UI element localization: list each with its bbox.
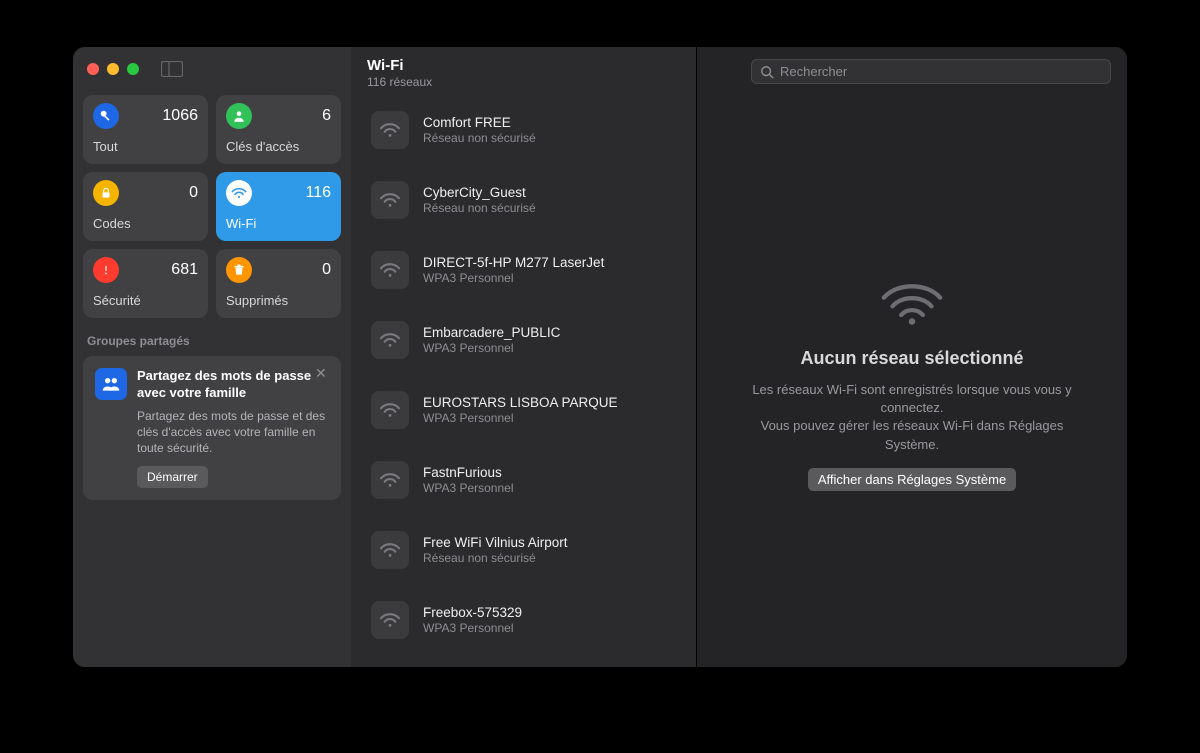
zoom-window-button[interactable] [127, 63, 139, 75]
network-name: CyberCity_Guest [423, 185, 680, 200]
wifi-icon [371, 321, 409, 359]
network-security: Réseau non sécurisé [423, 131, 680, 145]
network-item[interactable]: EUROSTARS LISBOA PARQUEWPA3 Personnel [351, 383, 696, 437]
network-security: WPA3 Personnel [423, 271, 680, 285]
empty-title: Aucun réseau sélectionné [800, 348, 1023, 369]
network-security: WPA3 Personnel [423, 411, 680, 425]
open-system-settings-button[interactable]: Afficher dans Réglages Système [808, 468, 1016, 491]
wifi-icon [371, 111, 409, 149]
category-deleted[interactable]: 0 Supprimés [216, 249, 341, 318]
category-count: 0 [189, 184, 198, 202]
category-passkeys[interactable]: 6 Clés d'accès [216, 95, 341, 164]
promo-title: Partagez des mots de passe avec votre fa… [137, 368, 329, 402]
category-label: Wi-Fi [226, 216, 331, 231]
category-codes[interactable]: 0 Codes [83, 172, 208, 241]
network-body: Embarcadere_PUBLICWPA3 Personnel [423, 325, 680, 355]
category-security[interactable]: 681 Sécurité [83, 249, 208, 318]
network-body: FastnFuriousWPA3 Personnel [423, 465, 680, 495]
sidebar: 1066 Tout 6 Clés d'accès 0 Codes 116 Wi-Fi 681 Sé… [73, 47, 351, 667]
empty-line1: Les réseaux Wi-Fi sont enregistrés lorsq… [752, 382, 1071, 415]
wifi-large-icon [877, 276, 947, 328]
category-label: Clés d'accès [226, 139, 331, 154]
passwords-app-window: 1066 Tout 6 Clés d'accès 0 Codes 116 Wi-Fi 681 Sé… [73, 47, 1127, 667]
person-icon [226, 103, 252, 129]
network-body: Freebox-575329WPA3 Personnel [423, 605, 680, 635]
search-field[interactable] [751, 59, 1111, 84]
promo-close-button[interactable]: ✕ [315, 366, 331, 382]
network-list-column: Wi-Fi 116 réseaux Comfort FREERéseau non… [351, 47, 697, 667]
sidebar-toggle-icon[interactable] [161, 61, 183, 77]
promo-body: Partagez des mots de passe avec votre fa… [137, 368, 329, 488]
network-security: WPA3 Personnel [423, 341, 680, 355]
alert-icon [93, 257, 119, 283]
network-item[interactable]: FastnFuriousWPA3 Personnel [351, 453, 696, 507]
category-count: 1066 [162, 107, 198, 125]
network-item[interactable]: Embarcadere_PUBLICWPA3 Personnel [351, 313, 696, 367]
search-icon [760, 65, 774, 79]
network-name: Comfort FREE [423, 115, 680, 130]
network-security: Réseau non sécurisé [423, 551, 680, 565]
network-body: Free WiFi Vilnius AirportRéseau non sécu… [423, 535, 680, 565]
network-name: Free WiFi Vilnius Airport [423, 535, 680, 550]
category-label: Sécurité [93, 293, 198, 308]
category-count: 681 [171, 261, 198, 279]
category-count: 6 [322, 107, 331, 125]
key-icon [93, 103, 119, 129]
family-icon [95, 368, 127, 400]
wifi-icon [371, 531, 409, 569]
shared-groups-header: Groupes partagés [87, 334, 337, 348]
search-input[interactable] [780, 64, 1102, 79]
category-label: Tout [93, 139, 198, 154]
category-count: 116 [305, 184, 331, 202]
minimize-window-button[interactable] [107, 63, 119, 75]
network-list[interactable]: Comfort FREERéseau non sécuriséCyberCity… [351, 99, 696, 667]
window-titlebar [83, 57, 341, 95]
wifi-icon [371, 391, 409, 429]
category-label: Supprimés [226, 293, 331, 308]
network-name: Freebox-575329 [423, 605, 680, 620]
wifi-icon [371, 461, 409, 499]
empty-line2: Vous pouvez gérer les réseaux Wi-Fi dans… [761, 418, 1064, 451]
network-item[interactable]: Free WiFi Vilnius AirportRéseau non sécu… [351, 523, 696, 577]
network-security: WPA3 Personnel [423, 481, 680, 495]
network-security: WPA3 Personnel [423, 621, 680, 635]
network-name: FastnFurious [423, 465, 680, 480]
network-body: Comfort FREERéseau non sécurisé [423, 115, 680, 145]
detail-pane: Aucun réseau sélectionné Les réseaux Wi-… [697, 47, 1127, 667]
network-name: EUROSTARS LISBOA PARQUE [423, 395, 680, 410]
lock-icon [93, 180, 119, 206]
promo-start-button[interactable]: Démarrer [137, 466, 208, 488]
mid-header: Wi-Fi 116 réseaux [351, 47, 696, 99]
category-count: 0 [322, 261, 331, 279]
category-all[interactable]: 1066 Tout [83, 95, 208, 164]
family-sharing-promo: Partagez des mots de passe avec votre fa… [83, 356, 341, 500]
promo-text: Partagez des mots de passe et des clés d… [137, 408, 329, 457]
empty-text: Les réseaux Wi-Fi sont enregistrés lorsq… [732, 381, 1092, 454]
network-security: Réseau non sécurisé [423, 201, 680, 215]
close-window-button[interactable] [87, 63, 99, 75]
network-item[interactable]: Freebox-575329WPA3 Personnel [351, 593, 696, 647]
network-item[interactable]: CyberCity_GuestRéseau non sécurisé [351, 173, 696, 227]
network-name: DIRECT-5f-HP M277 LaserJet [423, 255, 680, 270]
category-wifi[interactable]: 116 Wi-Fi [216, 172, 341, 241]
network-item[interactable]: Comfort FREERéseau non sécurisé [351, 103, 696, 157]
trash-icon [226, 257, 252, 283]
network-body: CyberCity_GuestRéseau non sécurisé [423, 185, 680, 215]
empty-state: Aucun réseau sélectionné Les réseaux Wi-… [697, 96, 1127, 667]
mid-subtitle: 116 réseaux [367, 75, 680, 89]
network-name: Embarcadere_PUBLIC [423, 325, 680, 340]
mid-title: Wi-Fi [367, 57, 680, 74]
category-grid: 1066 Tout 6 Clés d'accès 0 Codes 116 Wi-Fi 681 Sé… [83, 95, 341, 318]
network-item[interactable]: DIRECT-5f-HP M277 LaserJetWPA3 Personnel [351, 243, 696, 297]
wifi-icon [371, 601, 409, 639]
detail-topbar [697, 47, 1127, 96]
category-label: Codes [93, 216, 198, 231]
wifi-icon [371, 251, 409, 289]
wifi-icon [371, 181, 409, 219]
network-body: DIRECT-5f-HP M277 LaserJetWPA3 Personnel [423, 255, 680, 285]
window-controls [87, 63, 139, 75]
network-body: EUROSTARS LISBOA PARQUEWPA3 Personnel [423, 395, 680, 425]
wifi-icon [226, 180, 252, 206]
